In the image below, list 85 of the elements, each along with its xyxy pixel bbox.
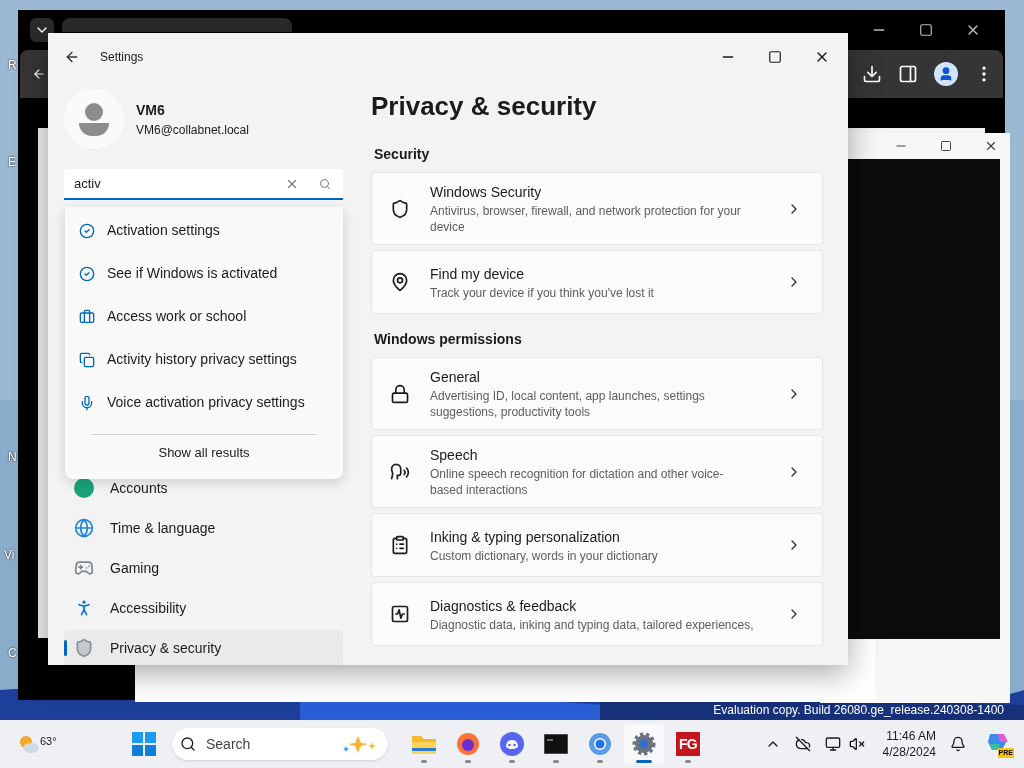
desktop-icon-label: C xyxy=(8,645,17,662)
sparkle-icon xyxy=(342,734,378,754)
card-description: Antivirus, browser, firewall, and network protection for your device xyxy=(430,203,742,235)
taskbar-app[interactable]: FG xyxy=(668,724,708,764)
profile-name: VM6 xyxy=(136,100,166,120)
app-logo: FG xyxy=(676,732,700,756)
check-circle-icon xyxy=(79,222,95,239)
chrome-icon xyxy=(588,732,612,756)
card-title: Windows Security xyxy=(430,183,543,202)
check-circle-icon xyxy=(79,265,95,282)
discord-icon xyxy=(500,732,524,756)
search-result[interactable]: Access work or school xyxy=(65,295,343,338)
maximize-icon[interactable] xyxy=(768,50,782,64)
sun-cloud-icon xyxy=(18,733,40,755)
card-description: Diagnostic data, inking and typing data, tailored experiences, xyxy=(430,616,755,633)
desktop-icon-label: Vi xyxy=(4,547,15,564)
maximize-icon[interactable] xyxy=(919,23,933,37)
shield-icon xyxy=(390,198,410,219)
search-result[interactable]: Activity history privacy settings xyxy=(65,338,343,381)
gamepad-icon xyxy=(74,558,94,578)
taskbar-search-field[interactable]: Search xyxy=(172,728,388,760)
gear-icon xyxy=(632,732,656,756)
evaluation-notice: Evaluation copy. Build 26080.ge_release.240308-1400 xyxy=(713,702,1004,719)
terminal-icon xyxy=(544,734,568,754)
clock[interactable]: 11:46 AM 4/28/2024 xyxy=(882,728,936,760)
card-description: Online speech recognition for dictation and other voice-based interactions xyxy=(430,466,725,498)
search-result[interactable]: Activation settings xyxy=(65,209,343,252)
selection-indicator xyxy=(64,640,67,656)
microphone-icon xyxy=(79,394,95,411)
nav-item[interactable]: Time & language xyxy=(64,510,343,546)
globe-icon xyxy=(74,518,94,538)
profile-email: VM6@collabnet.local xyxy=(136,121,249,139)
settings-card[interactable]: Windows Security Antivirus, browser, firewall, and network protection for your device xyxy=(371,172,823,245)
settings-card[interactable]: General Advertising ID, local content, app launches, settings suggestions, productivity tools xyxy=(371,357,823,430)
network-icon[interactable] xyxy=(824,736,841,752)
window-title: Settings xyxy=(100,49,144,66)
download-icon[interactable] xyxy=(862,64,882,84)
card-description: Track your device if you think you've lost it xyxy=(430,284,655,301)
card-title: Inking & typing personalization xyxy=(430,527,621,547)
settings-card[interactable]: Diagnostics & feedback Diagnostic data, inking and typing data, tailored experiences, xyxy=(371,582,823,646)
close-icon[interactable] xyxy=(984,139,998,153)
firefox-icon xyxy=(456,732,480,756)
tab-list-button[interactable] xyxy=(30,18,54,42)
windows-logo-icon[interactable] xyxy=(132,732,156,756)
profile-avatar-icon[interactable] xyxy=(934,62,958,86)
desktop-icon-label: N xyxy=(8,449,17,466)
location-pin-icon xyxy=(390,272,410,292)
volume-muted-icon[interactable] xyxy=(848,736,865,752)
card-title: General xyxy=(430,368,481,387)
card-description: Advertising ID, local content, app launches, settings suggestions, productivity tools xyxy=(430,388,706,420)
desktop-icon-label: R xyxy=(8,57,17,74)
activity-icon xyxy=(390,604,410,624)
desktop-icon-label: E xyxy=(8,154,16,171)
nav-item[interactable]: Accessibility xyxy=(64,590,343,626)
person-icon xyxy=(74,478,94,498)
maximize-icon[interactable] xyxy=(940,140,952,152)
lock-icon xyxy=(390,383,410,404)
nav-item[interactable]: Privacy & security xyxy=(64,630,343,665)
search-icon[interactable] xyxy=(319,177,331,190)
card-title: Diagnostics & feedback xyxy=(430,596,578,616)
section-heading: Security xyxy=(374,145,431,164)
card-title: Find my device xyxy=(430,264,526,284)
settings-card[interactable]: Find my device Track your device if you think you've lost it xyxy=(371,250,823,314)
windows-stack-icon xyxy=(79,351,95,368)
briefcase-icon xyxy=(79,308,95,325)
shield-icon xyxy=(74,638,94,658)
folder-icon xyxy=(411,733,437,755)
settings-card[interactable]: Inking & typing personalization Custom dictionary, words in your dictionary xyxy=(371,513,823,577)
section-heading: Windows permissions xyxy=(374,330,523,349)
card-description: Custom dictionary, words in your dictionary xyxy=(430,547,659,564)
search-result[interactable]: See if Windows is activated xyxy=(65,252,343,295)
speaking-person-icon xyxy=(390,461,410,482)
page-heading: Privacy & security xyxy=(371,90,598,123)
cloud-off-icon[interactable] xyxy=(794,736,811,752)
show-all-results-link[interactable]: Show all results xyxy=(158,443,250,463)
weather-widget[interactable]: 63° xyxy=(18,733,58,755)
settings-card[interactable]: Speech Online speech recognition for dictation and other voice-based interactions xyxy=(371,435,823,508)
clipboard-icon xyxy=(390,535,410,555)
search-icon xyxy=(180,736,196,752)
query-field[interactable]: activ xyxy=(64,169,343,200)
bell-icon[interactable] xyxy=(950,736,966,752)
search-result[interactable]: Voice activation privacy settings xyxy=(65,381,343,424)
side-panel-icon[interactable] xyxy=(898,64,918,84)
card-title: Speech xyxy=(430,446,479,465)
nav-item[interactable]: Gaming xyxy=(64,550,343,586)
